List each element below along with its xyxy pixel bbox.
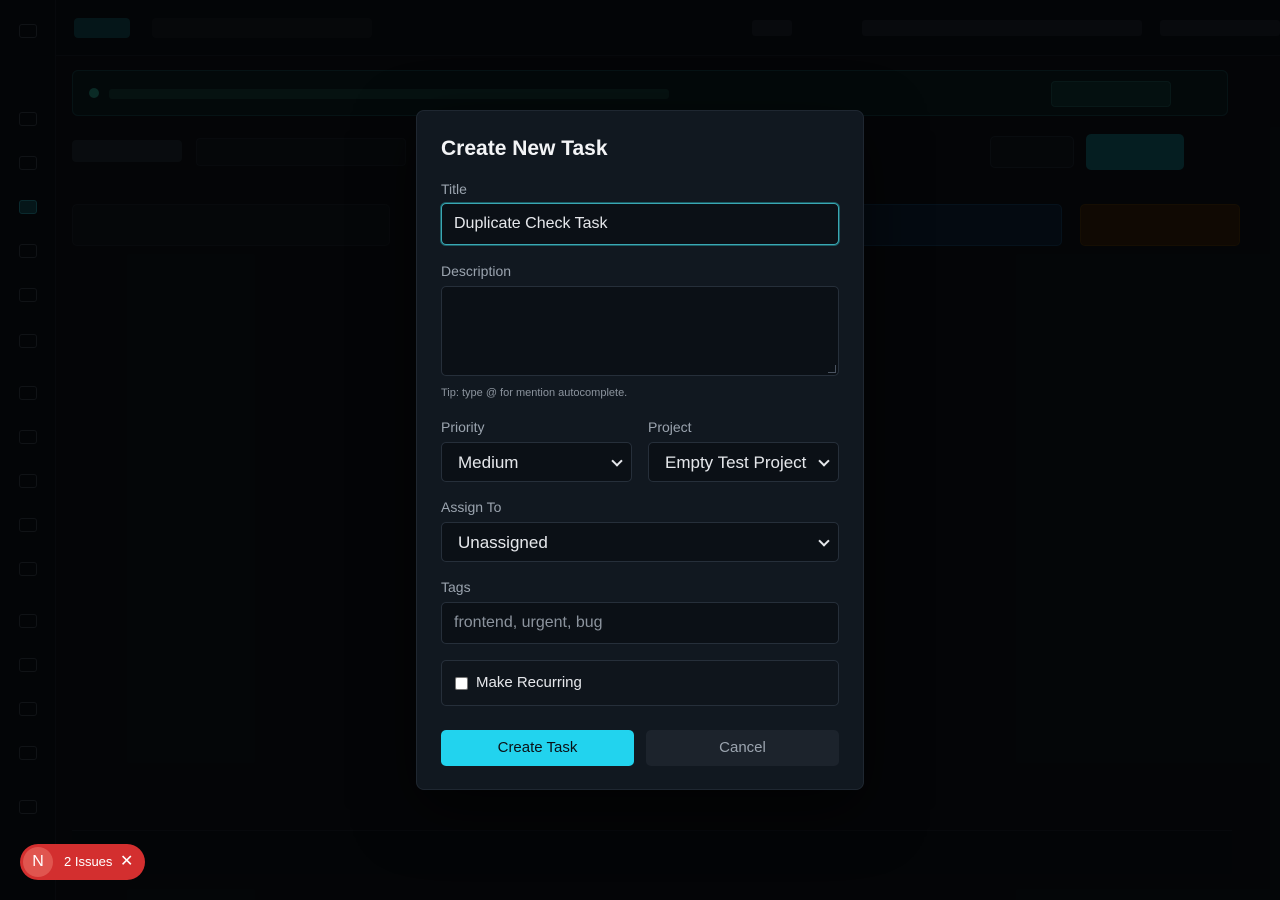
assign-select-value: Unassigned bbox=[458, 533, 548, 552]
priority-select-value: Medium bbox=[458, 453, 519, 472]
close-icon[interactable]: ✕ bbox=[120, 852, 133, 872]
title-label: Title bbox=[441, 181, 467, 197]
tags-input[interactable]: frontend, urgent, bug bbox=[441, 602, 839, 644]
description-label: Description bbox=[441, 263, 512, 279]
issues-badge[interactable]: N 2 Issues ✕ bbox=[20, 844, 145, 880]
priority-select[interactable]: Medium bbox=[441, 442, 632, 482]
tags-placeholder: frontend, urgent, bug bbox=[454, 614, 603, 631]
project-label: Project bbox=[648, 419, 692, 435]
chevron-down-icon bbox=[611, 455, 623, 467]
mention-tip: Tip: type @ for mention autocomplete. bbox=[441, 387, 628, 399]
recurring-checkbox[interactable] bbox=[455, 677, 468, 690]
title-input-value: Duplicate Check Task bbox=[454, 215, 608, 232]
chevron-down-icon bbox=[818, 535, 830, 547]
project-select[interactable]: Empty Test Project bbox=[648, 442, 839, 482]
create-task-button[interactable]: Create Task bbox=[441, 730, 634, 766]
recurring-label[interactable]: Make Recurring bbox=[476, 674, 582, 691]
cancel-button[interactable]: Cancel bbox=[646, 730, 839, 766]
create-task-modal: Create New Task Title Duplicate Check Ta… bbox=[416, 110, 864, 790]
project-select-value: Empty Test Project bbox=[665, 453, 807, 472]
title-input[interactable]: Duplicate Check Task bbox=[441, 203, 839, 245]
assign-label: Assign To bbox=[441, 499, 502, 515]
issues-count-label[interactable]: 2 Issues bbox=[64, 854, 112, 869]
tags-label: Tags bbox=[441, 579, 471, 595]
assign-select[interactable]: Unassigned bbox=[441, 522, 839, 562]
priority-label: Priority bbox=[441, 419, 485, 435]
modal-title: Create New Task bbox=[441, 137, 608, 160]
description-textarea[interactable] bbox=[441, 286, 839, 376]
issues-avatar[interactable]: N bbox=[23, 847, 53, 877]
resize-handle-icon[interactable] bbox=[828, 365, 836, 373]
recurring-row: Make Recurring bbox=[441, 660, 839, 706]
chevron-down-icon bbox=[818, 455, 830, 467]
